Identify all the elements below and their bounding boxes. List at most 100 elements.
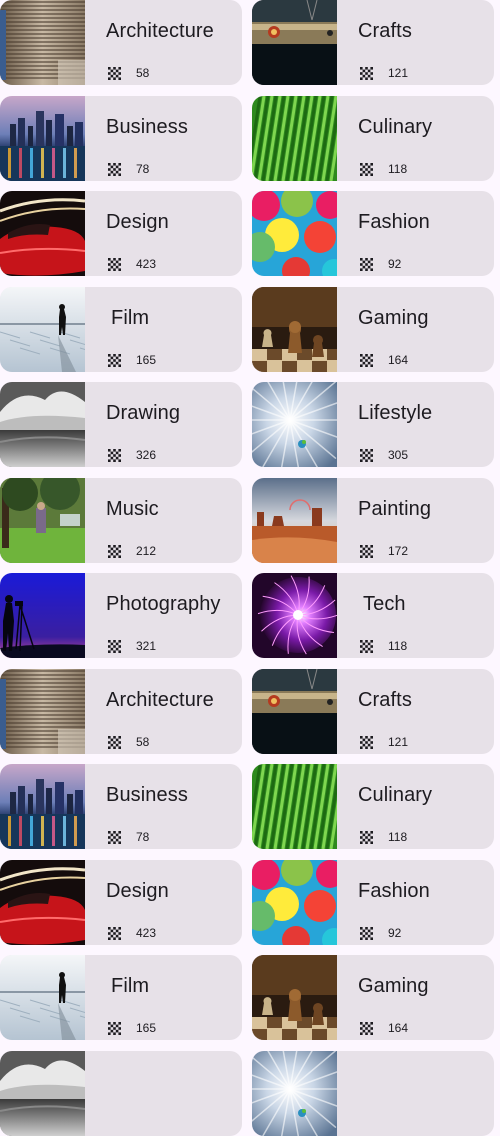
topic-name: Crafts bbox=[358, 689, 412, 711]
grid-icon bbox=[108, 639, 121, 653]
grid-icon bbox=[108, 162, 121, 176]
topic-name: Business bbox=[106, 116, 188, 138]
topic-card[interactable]: Design 423 bbox=[0, 191, 242, 276]
topic-image bbox=[252, 1051, 337, 1136]
topic-card[interactable]: Painting 172 bbox=[252, 478, 494, 563]
topic-count: 118 bbox=[388, 638, 408, 653]
topic-count: 165 bbox=[136, 352, 157, 367]
topic-count-row: 58 bbox=[108, 734, 149, 750]
topic-count-row: 118 bbox=[360, 829, 407, 845]
topic-count-row: 321 bbox=[108, 638, 156, 654]
topic-card[interactable]: Gaming 164 bbox=[252, 287, 494, 372]
topic-name: Crafts bbox=[358, 20, 412, 42]
topic-image bbox=[252, 382, 337, 467]
topic-name: Painting bbox=[358, 498, 432, 520]
topic-name: Culinary bbox=[358, 116, 433, 138]
topic-card[interactable]: Crafts 121 bbox=[252, 669, 494, 754]
topic-image bbox=[0, 287, 85, 372]
topic-card[interactable]: Culinary 118 bbox=[252, 764, 494, 849]
topic-image bbox=[0, 382, 85, 467]
topic-card[interactable]: Lifestyle 305 bbox=[252, 382, 494, 467]
topic-count: 58 bbox=[136, 734, 150, 749]
topic-image bbox=[0, 478, 85, 563]
topic-card[interactable]: Drawing 326 bbox=[0, 382, 242, 467]
topic-card[interactable]: Architecture 58 bbox=[0, 0, 242, 85]
topic-card[interactable] bbox=[0, 1051, 242, 1136]
topic-image bbox=[252, 478, 337, 563]
topic-count: 118 bbox=[388, 829, 408, 844]
topic-name: Design bbox=[106, 880, 169, 902]
topic-count-row: 164 bbox=[360, 352, 408, 368]
topic-count: 78 bbox=[136, 161, 150, 176]
topic-card[interactable] bbox=[252, 1051, 494, 1136]
topic-name: Gaming bbox=[358, 307, 429, 329]
grid-icon bbox=[108, 257, 121, 271]
topic-count: 212 bbox=[136, 543, 157, 558]
topic-card[interactable]: Architecture 58 bbox=[0, 669, 242, 754]
topic-name: Drawing bbox=[106, 402, 181, 424]
topic-image bbox=[0, 0, 85, 85]
topic-count-row: 92 bbox=[360, 256, 401, 272]
topic-name: Fashion bbox=[358, 880, 430, 902]
topic-name: Lifestyle bbox=[358, 402, 433, 424]
topic-name: Culinary bbox=[358, 784, 433, 806]
topic-card[interactable]: Business 78 bbox=[0, 96, 242, 181]
grid-icon bbox=[108, 926, 121, 940]
topic-count: 423 bbox=[136, 925, 157, 940]
topic-count: 92 bbox=[388, 925, 402, 940]
grid-icon bbox=[360, 162, 373, 176]
topic-card[interactable]: Design 423 bbox=[0, 860, 242, 945]
topic-count-row: 423 bbox=[108, 256, 156, 272]
grid-icon bbox=[360, 639, 373, 653]
topic-count-row: 118 bbox=[360, 638, 407, 654]
topic-card[interactable]: Business 78 bbox=[0, 764, 242, 849]
topic-name: Film bbox=[111, 975, 150, 997]
topic-image bbox=[0, 1051, 85, 1136]
topic-image bbox=[252, 764, 337, 849]
topic-image bbox=[0, 573, 85, 658]
topic-count-row: 58 bbox=[108, 65, 149, 81]
topic-card[interactable]: Crafts 121 bbox=[252, 0, 494, 85]
topic-count-row: 212 bbox=[108, 543, 156, 559]
topic-image bbox=[0, 860, 85, 945]
topic-card[interactable]: Fashion 92 bbox=[252, 860, 494, 945]
topic-count-row: 305 bbox=[360, 447, 408, 463]
topic-card[interactable]: Fashion 92 bbox=[252, 191, 494, 276]
topic-count-row: 78 bbox=[108, 161, 149, 177]
topic-card[interactable]: Tech 118 bbox=[252, 573, 494, 658]
topic-name: Design bbox=[106, 211, 169, 233]
topic-count: 165 bbox=[136, 1020, 157, 1035]
topic-count-row: 164 bbox=[360, 1020, 408, 1036]
topic-card[interactable]: Music 212 bbox=[0, 478, 242, 563]
topic-count: 92 bbox=[388, 256, 402, 271]
grid-icon bbox=[108, 544, 121, 558]
topic-card[interactable]: Culinary 118 bbox=[252, 96, 494, 181]
topic-card[interactable]: Gaming 164 bbox=[252, 955, 494, 1040]
grid-icon bbox=[360, 830, 373, 844]
topic-name: Film bbox=[111, 307, 150, 329]
topic-card[interactable]: Film 165 bbox=[0, 955, 242, 1040]
topic-count-row: 121 bbox=[360, 65, 408, 81]
topic-image bbox=[0, 955, 85, 1040]
topic-count-row: 165 bbox=[108, 1020, 156, 1036]
topic-name: Music bbox=[106, 498, 159, 520]
topic-count-row: 326 bbox=[108, 447, 156, 463]
grid-icon bbox=[360, 735, 373, 749]
topic-count: 172 bbox=[388, 543, 409, 558]
topic-count: 164 bbox=[388, 352, 409, 367]
grid-icon bbox=[360, 66, 373, 80]
topic-count-row: 172 bbox=[360, 543, 408, 559]
topic-image bbox=[252, 191, 337, 276]
topic-card[interactable]: Film 165 bbox=[0, 287, 242, 372]
topic-image bbox=[0, 669, 85, 754]
topic-name: Fashion bbox=[358, 211, 430, 233]
topic-name: Tech bbox=[363, 593, 406, 615]
grid-icon bbox=[360, 926, 373, 940]
topic-count: 164 bbox=[388, 1020, 409, 1035]
topic-card[interactable]: Photography 321 bbox=[0, 573, 242, 658]
topic-image bbox=[0, 96, 85, 181]
topic-image bbox=[252, 287, 337, 372]
topic-count-row: 423 bbox=[108, 925, 156, 941]
topic-image bbox=[252, 860, 337, 945]
topic-count: 58 bbox=[136, 65, 150, 80]
